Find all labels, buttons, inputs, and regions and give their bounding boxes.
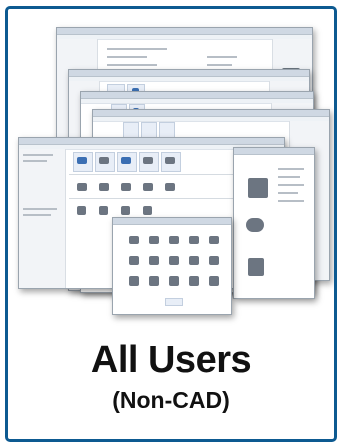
- dialog-window: [112, 217, 232, 315]
- page-title: All Users: [90, 339, 252, 381]
- screenshot-collage: [8, 9, 334, 315]
- page-subtitle: (Non-CAD): [112, 387, 230, 413]
- audience-card: All Users (Non-CAD): [5, 6, 337, 442]
- app-window-right-panel: [233, 147, 315, 299]
